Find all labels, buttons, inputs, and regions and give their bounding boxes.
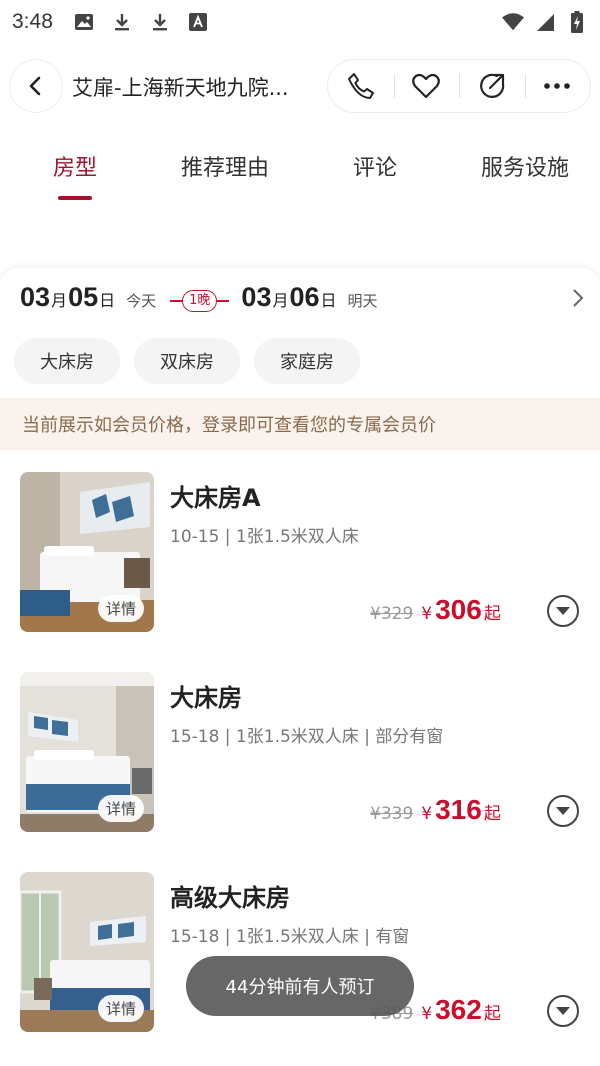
tab-facilities[interactable]: 服务设施 [450, 146, 600, 206]
room-photo[interactable]: 详情 [20, 472, 154, 632]
header: 艾扉-上海新天地九院... [0, 58, 600, 116]
filter-family-room[interactable]: 家庭房 [254, 338, 360, 384]
currency-symbol: ¥ [421, 804, 433, 824]
tab-room-types[interactable]: 房型 [0, 146, 150, 206]
filter-twin-bed[interactable]: 双床房 [134, 338, 240, 384]
nights-count: 1晚 [182, 290, 218, 312]
booking-toast: 44分钟前有人预订 [186, 956, 414, 1016]
phone-icon [347, 73, 374, 99]
download-icon [111, 11, 133, 33]
status-time: 3:48 [12, 10, 53, 33]
price-suffix: 起 [483, 1004, 501, 1024]
checkin-day-unit: 日 [99, 291, 116, 310]
chevron-down-circle-icon [547, 995, 579, 1027]
checkin-month-unit: 月 [51, 291, 68, 310]
battery-charging-icon [566, 11, 588, 33]
favorite-button[interactable] [393, 60, 460, 112]
room-item[interactable]: 详情 大床房 15-18 | 1张1.5米双人床 | 部分有窗 ¥339 ¥ 3… [0, 672, 600, 852]
room-name: 高级大床房 [170, 884, 290, 912]
more-button[interactable] [524, 60, 591, 112]
checkout-day-unit: 日 [320, 291, 337, 310]
filter-king-bed[interactable]: 大床房 [14, 338, 120, 384]
room-detail-link[interactable]: 详情 [97, 595, 144, 622]
expand-room-button[interactable] [546, 594, 580, 628]
checkin-month: 03 [20, 282, 51, 312]
checkout-day: 06 [289, 282, 320, 312]
notification-icons [73, 11, 209, 33]
current-price: 362 [435, 994, 482, 1025]
more-icon [544, 83, 571, 89]
checkin-day: 05 [68, 282, 99, 312]
room-description: 15-18 | 1张1.5米双人床 | 有窗 [170, 927, 410, 947]
text-a-icon [187, 11, 209, 33]
image-icon [73, 11, 95, 33]
checkin-weekday: 今天 [126, 292, 157, 310]
room-description: 15-18 | 1张1.5米双人床 | 部分有窗 [170, 727, 444, 747]
original-price: ¥339 [370, 804, 414, 824]
room-photo[interactable]: 详情 [20, 872, 154, 1032]
room-price: ¥339 ¥ 316 起 [370, 794, 501, 826]
chevron-right-icon [571, 288, 585, 312]
nights-badge: 1晚 [170, 290, 230, 312]
room-item[interactable]: 详情 大床房A 10-15 | 1张1.5米双人床 ¥329 ¥ 306 起 [0, 472, 600, 652]
checkout-month: 03 [241, 282, 272, 312]
price-suffix: 起 [483, 804, 501, 824]
chevron-down-circle-icon [547, 595, 579, 627]
chevron-down-circle-icon [547, 795, 579, 827]
share-icon [479, 73, 504, 98]
tab-reviews[interactable]: 评论 [300, 146, 450, 206]
current-price: 306 [435, 594, 482, 625]
room-filters: 大床房 双床房 家庭房 [14, 338, 360, 384]
current-price: 316 [435, 794, 482, 825]
checkout-month-unit: 月 [272, 291, 289, 310]
tab-recommendation[interactable]: 推荐理由 [150, 146, 300, 206]
date-selector[interactable]: 03 月 05 日 今天 1晚 03 月 06 日 明天 [20, 282, 585, 322]
booking-panel: 03 月 05 日 今天 1晚 03 月 06 日 明天 大床房 双床房 家庭房… [0, 268, 600, 1066]
hotel-title: 艾扉-上海新天地九院... [72, 76, 289, 100]
call-button[interactable] [328, 60, 394, 112]
wifi-icon [502, 11, 524, 33]
currency-symbol: ¥ [421, 1004, 433, 1024]
room-name: 大床房A [170, 484, 261, 512]
expand-room-button[interactable] [546, 794, 580, 828]
checkout-weekday: 明天 [347, 292, 378, 310]
share-button[interactable] [459, 60, 525, 112]
system-icons [502, 11, 588, 33]
member-price-notice[interactable]: 当前展示如会员价格，登录即可查看您的专属会员价 [0, 398, 600, 450]
header-actions [328, 60, 590, 112]
back-icon [29, 76, 41, 96]
back-button[interactable] [10, 60, 62, 112]
room-detail-link[interactable]: 详情 [97, 795, 144, 822]
section-tabs: 房型 推荐理由 评论 服务设施 [0, 146, 600, 206]
room-detail-link[interactable]: 详情 [97, 995, 144, 1022]
price-suffix: 起 [483, 604, 501, 624]
room-photo[interactable]: 详情 [20, 672, 154, 832]
download-icon [149, 11, 171, 33]
room-price: ¥329 ¥ 306 起 [370, 594, 501, 626]
signal-icon [534, 11, 556, 33]
currency-symbol: ¥ [421, 604, 433, 624]
heart-icon [412, 73, 441, 99]
original-price: ¥329 [370, 604, 414, 624]
status-bar: 3:48 [0, 0, 600, 44]
room-name: 大床房 [170, 684, 242, 712]
expand-room-button[interactable] [546, 994, 580, 1028]
room-description: 10-15 | 1张1.5米双人床 [170, 527, 359, 547]
